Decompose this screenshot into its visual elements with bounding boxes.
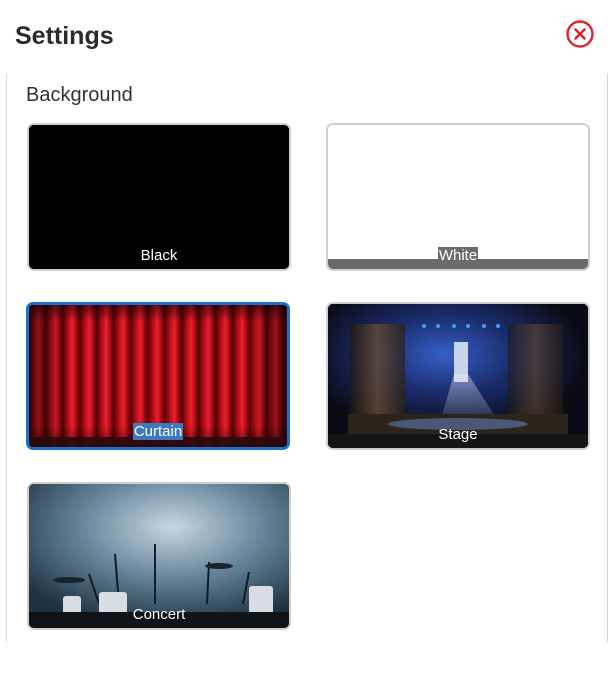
background-option-label: White [437,247,479,264]
background-option-white[interactable]: White [326,123,590,271]
background-option-stage[interactable]: Stage [326,302,590,450]
background-section-label: Background [26,84,133,106]
background-option-label: Concert [132,606,186,623]
close-button[interactable] [565,19,595,49]
background-option-label: Curtain [132,423,184,440]
close-circle-icon [566,20,594,48]
background-option-curtain[interactable]: Curtain [26,302,290,450]
background-option-label: Black [140,247,178,264]
background-option-label: Stage [438,426,478,443]
page-title: Settings [15,22,114,50]
background-option-black[interactable]: Black [27,123,291,271]
background-option-concert[interactable]: Concert [27,482,291,630]
